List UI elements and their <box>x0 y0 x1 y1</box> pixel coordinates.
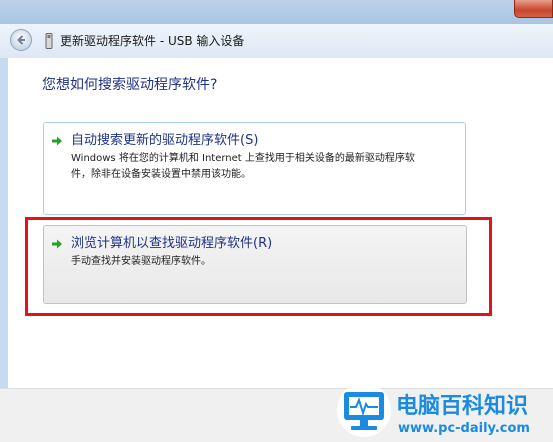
watermark-title: 电脑百科知识 <box>396 394 529 419</box>
usb-device-icon <box>45 33 53 49</box>
watermark-url: www.pc-daily.com <box>398 421 530 436</box>
page-question: 您想如何搜索驱动程序软件? <box>42 77 218 93</box>
close-button[interactable] <box>514 0 553 18</box>
monitor-heartbeat-logo <box>337 383 391 437</box>
green-arrow-icon <box>52 136 62 146</box>
back-button[interactable] <box>10 29 32 51</box>
red-highlight-annotation <box>25 217 492 316</box>
back-arrow-icon <box>17 35 25 45</box>
auto-search-title: 自动搜索更新的驱动程序软件(S) <box>71 133 259 148</box>
auto-search-description-line2: 件，除非在设备安装设置中禁用该功能。 <box>71 169 251 180</box>
navigation-bar: 更新驱动程序软件 - USB 输入设备 <box>0 24 553 58</box>
driver-update-window: 更新驱动程序软件 - USB 输入设备 您想如何搜索驱动程序软件? 自动搜索更新… <box>0 0 553 442</box>
auto-search-description-line1: Windows 将在您的计算机和 Internet 上查找用于相关设备的最新驱动… <box>71 153 415 164</box>
window-title: 更新驱动程序软件 - USB 输入设备 <box>60 34 245 48</box>
title-bar <box>0 0 553 24</box>
auto-search-option[interactable]: 自动搜索更新的驱动程序软件(S) Windows 将在您的计算机和 Intern… <box>43 122 466 215</box>
